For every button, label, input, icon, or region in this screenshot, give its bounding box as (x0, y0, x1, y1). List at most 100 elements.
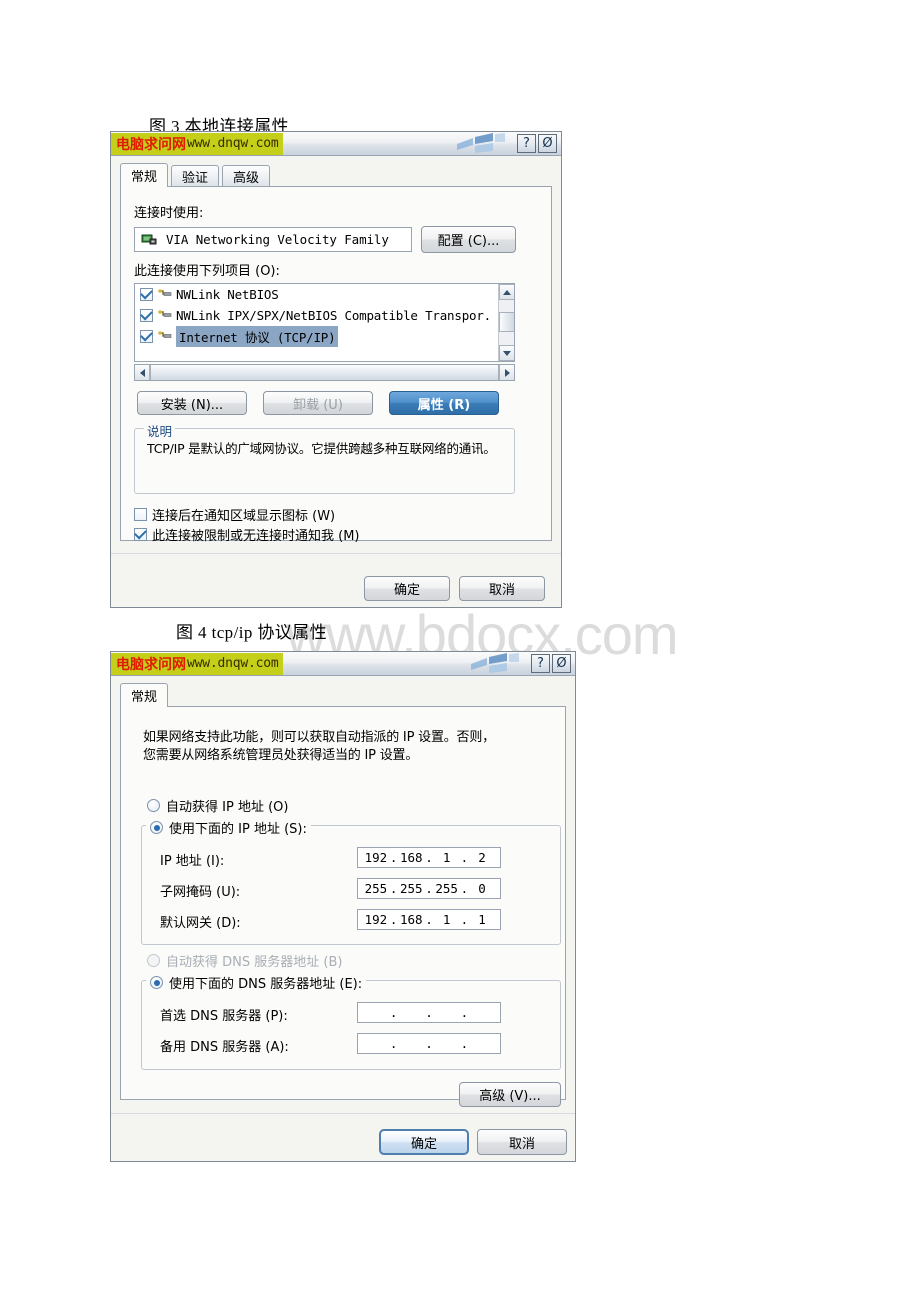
ip-octet-4: 2 (478, 850, 486, 865)
site-name-cn: 电脑求问网 (116, 656, 186, 673)
site-url: www.dnqw.com (187, 656, 279, 671)
scroll-right-button[interactable] (499, 365, 514, 380)
lan-footer-separator (111, 553, 561, 554)
intro-line-1: 如果网络支持此功能，则可以获取自动指派的 IP 设置。否则， (143, 730, 495, 745)
tcp-dialog-titlebar: 电脑求问网 www.dnqw.com ? Ø (111, 652, 575, 676)
tcp-cancel-button[interactable]: 取消 (477, 1129, 567, 1155)
tcp-tabstrip: 常规 (120, 683, 575, 707)
protocol-name: NWLink NetBIOS (176, 287, 279, 302)
windows-flag-icon (457, 133, 505, 153)
lan-general-panel: 连接时使用: VIA Networking Velocity Family 配置… (120, 186, 552, 544)
gw-octet-2: 168 (400, 912, 423, 927)
mask-octet-2: 255 (400, 881, 423, 896)
ip-address-label: IP 地址 (I): (160, 854, 225, 869)
scroll-down-button[interactable] (499, 345, 514, 361)
close-button[interactable]: Ø (538, 134, 557, 153)
protocol-checkbox[interactable] (140, 309, 153, 322)
radio-obtain-ip-automatically-row[interactable]: 自动获得 IP 地址 (O) (147, 796, 288, 815)
protocol-icon (158, 288, 172, 296)
list-item[interactable]: NWLink IPX/SPX/NetBIOS Compatible Transp… (135, 305, 514, 326)
protocol-icon (158, 330, 172, 338)
tab-general[interactable]: 常规 (120, 683, 169, 707)
listbox-vertical-scrollbar[interactable] (498, 284, 514, 361)
lan-title-banner: 电脑求问网 www.dnqw.com (111, 132, 283, 155)
gw-octet-4: 1 (478, 912, 486, 927)
manual-ip-groupbox: 使用下面的 IP 地址 (S): IP 地址 (I): 192. 168. 1.… (141, 818, 561, 945)
alternate-dns-input[interactable]: . . . (357, 1033, 501, 1054)
intro-line-2: 您需要从网络系统管理员处获得适当的 IP 设置。 (143, 747, 419, 763)
obtain-dns-auto-label: 自动获得 DNS 服务器地址 (B) (166, 955, 343, 970)
radio-use-following-dns-row[interactable]: 使用下面的 DNS 服务器地址 (E): (146, 973, 367, 992)
tab-authentication[interactable]: 验证 (171, 165, 220, 186)
site-name-cn: 电脑求问网 (116, 136, 186, 153)
obtain-ip-auto-radio[interactable] (147, 799, 160, 812)
use-following-ip-radio[interactable] (150, 821, 163, 834)
use-following-dns-radio[interactable] (150, 976, 163, 989)
use-following-ip-label: 使用下面的 IP 地址 (S): (169, 822, 307, 837)
windows-flag-icon (471, 653, 519, 673)
lan-dialog-titlebar: 电脑求问网 www.dnqw.com ? Ø (111, 132, 561, 156)
manual-dns-groupbox: 使用下面的 DNS 服务器地址 (E): 首选 DNS 服务器 (P): . .… (141, 973, 561, 1070)
subnet-mask-input[interactable]: 255. 255. 255. 0 (357, 878, 501, 899)
default-gateway-label: 默认网关 (D): (160, 916, 241, 931)
ip-octet-1: 192 (364, 850, 388, 865)
advanced-button[interactable]: 高级 (V)... (459, 1082, 561, 1107)
protocol-icon (158, 309, 172, 317)
tcp-footer-separator (111, 1113, 575, 1114)
lan-tabstrip: 常规 验证 高级 (120, 163, 561, 187)
site-url: www.dnqw.com (187, 136, 279, 151)
radio-obtain-dns-automatically-row: 自动获得 DNS 服务器地址 (B) (147, 951, 342, 970)
radio-use-following-ip-row[interactable]: 使用下面的 IP 地址 (S): (146, 818, 311, 837)
use-following-dns-label: 使用下面的 DNS 服务器地址 (E): (169, 977, 363, 992)
subnet-mask-label: 子网掩码 (U): (160, 885, 241, 900)
scroll-left-button[interactable] (135, 365, 150, 380)
gw-octet-1: 192 (364, 912, 388, 927)
notify-limited-connectivity-row[interactable]: 此连接被限制或无连接时通知我 (M) (134, 525, 360, 544)
configure-button[interactable]: 配置 (C)... (421, 226, 516, 253)
list-item[interactable]: Internet 协议 (TCP/IP) (135, 326, 514, 347)
help-button[interactable]: ? (517, 134, 536, 153)
figure-4-caption: 图 4 tcp/ip 协议属性 (176, 623, 327, 642)
tab-advanced[interactable]: 高级 (222, 165, 271, 186)
adapter-display-box: VIA Networking Velocity Family (134, 227, 412, 252)
intro-text: 如果网络支持此功能，则可以获取自动指派的 IP 设置。否则， 您需要从网络系统管… (143, 729, 551, 764)
default-gateway-input[interactable]: 192. 168. 1. 1 (357, 909, 501, 930)
lan-caption-buttons: ? Ø (517, 134, 557, 153)
scroll-up-button[interactable] (499, 284, 514, 300)
help-button[interactable]: ? (531, 654, 550, 673)
preferred-dns-input[interactable]: . . . (357, 1002, 501, 1023)
lan-ok-button[interactable]: 确定 (364, 576, 450, 601)
mask-octet-3: 255 (435, 881, 458, 896)
show-icon-checkbox[interactable] (134, 508, 147, 521)
mask-octet-4: 0 (478, 881, 486, 896)
description-legend: 说明 (144, 421, 176, 440)
vertical-scroll-thumb[interactable] (499, 312, 514, 332)
network-adapter-icon (141, 234, 157, 245)
obtain-ip-auto-label: 自动获得 IP 地址 (O) (166, 800, 289, 815)
notify-checkbox[interactable] (134, 528, 147, 541)
show-icon-in-tray-row[interactable]: 连接后在通知区域显示图标 (W) (134, 505, 335, 524)
ip-octet-3: 1 (442, 850, 451, 865)
tcp-title-banner: 电脑求问网 www.dnqw.com (111, 652, 283, 675)
lan-cancel-button[interactable]: 取消 (459, 576, 545, 601)
properties-button[interactable]: 属性 (R) (389, 391, 499, 415)
close-button[interactable]: Ø (552, 654, 571, 673)
tcp-ok-button[interactable]: 确定 (379, 1129, 469, 1155)
install-button[interactable]: 安装 (N)... (137, 391, 247, 415)
ip-octet-2: 168 (400, 850, 423, 865)
protocol-checkbox[interactable] (140, 330, 153, 343)
horizontal-scroll-thumb[interactable] (150, 365, 499, 380)
ip-address-input[interactable]: 192. 168. 1. 2 (357, 847, 501, 868)
lan-connection-properties-dialog: 电脑求问网 www.dnqw.com ? Ø 常规 验证 高级 连接时使用: V… (110, 131, 562, 608)
uninstall-button: 卸载 (U) (263, 391, 373, 415)
protocol-checkbox[interactable] (140, 288, 153, 301)
tab-general[interactable]: 常规 (120, 163, 169, 187)
listbox-horizontal-scrollbar[interactable] (134, 364, 515, 381)
description-groupbox: 说明 TCP/IP 是默认的广域网协议。它提供跨越多种互联网络的通讯。 (134, 421, 515, 494)
list-item[interactable]: NWLink NetBIOS (135, 284, 514, 305)
adapter-name: VIA Networking Velocity Family (166, 232, 389, 247)
show-icon-label: 连接后在通知区域显示图标 (W) (152, 509, 336, 524)
mask-octet-1: 255 (364, 881, 388, 896)
items-in-use-label: 此连接使用下列项目 (O): (134, 264, 280, 279)
protocol-listbox[interactable]: NWLink NetBIOS NWLink IPX/SPX/NetBIOS Co… (134, 283, 515, 362)
